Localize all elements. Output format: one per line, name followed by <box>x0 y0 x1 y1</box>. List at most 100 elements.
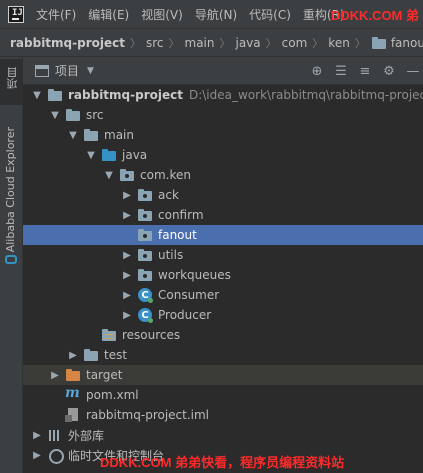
breadcrumb-project[interactable]: rabbitmq-project <box>10 36 125 50</box>
tree-item-label: src <box>86 108 104 122</box>
tree-item-resources[interactable]: resources <box>23 325 423 345</box>
tree-item-producer[interactable]: ▶ C Producer <box>23 305 423 325</box>
breadcrumb-main[interactable]: main <box>185 36 215 50</box>
tree-item-label: test <box>104 348 128 362</box>
breadcrumb-src[interactable]: src <box>146 36 164 50</box>
menu-navigate[interactable]: 导航(N) <box>195 6 237 23</box>
package-icon <box>137 187 153 203</box>
chevron-down-icon[interactable]: ▼ <box>31 90 43 101</box>
tree-item-label: Consumer <box>158 288 220 302</box>
chevron-down-icon[interactable]: ▼ <box>87 66 94 76</box>
project-tree: ▼ rabbitmq-project D:\idea_work\rabbitmq… <box>23 85 423 473</box>
chevron-down-icon[interactable]: ▼ <box>103 170 115 181</box>
chevron-right-icon: 〉 <box>354 36 366 50</box>
menu-edit[interactable]: 编辑(E) <box>88 6 129 23</box>
scratch-icon <box>47 447 64 464</box>
chevron-down-icon[interactable]: ▼ <box>85 150 97 161</box>
package-icon <box>137 267 153 283</box>
tree-item-test[interactable]: ▶ test <box>23 345 423 365</box>
tree-item-pom[interactable]: m pom.xml <box>23 385 423 405</box>
menu-view[interactable]: 视图(V) <box>141 6 183 23</box>
expand-all-icon[interactable]: ☰ <box>331 61 351 81</box>
chevron-right-icon: 〉 <box>265 36 277 50</box>
tree-item-label: fanout <box>158 228 197 242</box>
breadcrumb-com[interactable]: com <box>282 36 308 50</box>
tree-item-src[interactable]: ▼ src <box>23 105 423 125</box>
project-panel-title[interactable]: 项目 <box>55 62 79 79</box>
tree-item-label: java <box>122 148 148 162</box>
tree-item-main[interactable]: ▼ main <box>23 125 423 145</box>
tree-item-project-root[interactable]: ▼ rabbitmq-project D:\idea_work\rabbitmq… <box>23 85 423 105</box>
tree-item-utils[interactable]: ▶ utils <box>23 245 423 265</box>
tree-item-label: main <box>104 128 134 142</box>
tree-item-confirm[interactable]: ▶ confirm <box>23 205 423 225</box>
breadcrumb-ken[interactable]: ken <box>328 36 350 50</box>
gear-icon[interactable]: ⚙ <box>379 61 399 81</box>
package-icon <box>119 167 135 183</box>
project-panel-header: 项目 ▼ ⊕ ☰ ≡ ⚙ — <box>23 57 423 85</box>
chevron-right-icon[interactable]: ▶ <box>121 310 133 321</box>
project-path: D:\idea_work\rabbitmq\rabbitmq-project <box>188 88 423 102</box>
menu-file[interactable]: 文件(F) <box>36 6 76 23</box>
tree-item-com-ken[interactable]: ▼ com.ken <box>23 165 423 185</box>
tree-item-iml[interactable]: rabbitmq-project.iml <box>23 405 423 425</box>
chevron-right-icon[interactable]: ▶ <box>67 350 79 361</box>
tree-item-target[interactable]: ▶ target <box>23 365 423 385</box>
chevron-right-icon[interactable]: ▶ <box>121 190 133 201</box>
library-icon <box>47 427 63 443</box>
menu-bar: IJ 文件(F) 编辑(E) 视图(V) 导航(N) 代码(C) 重构(R) D… <box>0 0 423 28</box>
chevron-right-icon[interactable]: ▶ <box>49 370 61 381</box>
tree-item-external-libraries[interactable]: ▶ 外部库 <box>23 425 423 445</box>
chevron-right-icon: 〉 <box>129 36 141 50</box>
chevron-right-icon[interactable]: ▶ <box>121 210 133 221</box>
tree-item-label: confirm <box>158 208 204 222</box>
tree-item-label: workqueues <box>158 268 231 282</box>
tree-item-consumer[interactable]: ▶ C Consumer <box>23 285 423 305</box>
minimize-icon[interactable]: — <box>403 61 423 81</box>
folder-icon <box>83 347 99 363</box>
chevron-down-icon[interactable]: ▼ <box>67 130 79 141</box>
breadcrumb-fanout[interactable]: fanout <box>391 36 423 50</box>
tree-item-label: Producer <box>158 308 212 322</box>
java-class-icon: C <box>137 307 153 323</box>
tree-item-ack[interactable]: ▶ ack <box>23 185 423 205</box>
crosshair-locate-icon[interactable]: ⊕ <box>307 61 327 81</box>
chevron-right-icon[interactable]: ▶ <box>121 290 133 301</box>
java-class-icon: C <box>137 287 153 303</box>
breadcrumb-java[interactable]: java <box>236 36 261 50</box>
tree-item-label: target <box>86 368 123 382</box>
breadcrumb: rabbitmq-project 〉 src 〉 main 〉 java 〉 c… <box>0 28 423 57</box>
chevron-down-icon[interactable]: ▼ <box>49 110 61 121</box>
tree-item-label: utils <box>158 248 184 262</box>
tree-item-label: 外部库 <box>68 428 105 443</box>
folder-icon <box>371 35 387 51</box>
tree-item-label: ack <box>158 188 179 202</box>
folder-icon <box>65 107 81 123</box>
tree-item-java[interactable]: ▼ java <box>23 145 423 165</box>
chevron-right-icon[interactable]: ▶ <box>31 450 43 461</box>
tree-item-label: rabbitmq-project.iml <box>86 408 210 422</box>
collapse-all-icon[interactable]: ≡ <box>355 61 375 81</box>
watermark-top: DDKK.COM 弟 <box>330 8 419 23</box>
alibaba-cloud-explorer-button[interactable]: Alibaba Cloud Explorer <box>4 127 17 252</box>
left-tool-strip: 项目 Alibaba Cloud Explorer <box>0 57 23 473</box>
maven-icon: m <box>65 385 80 401</box>
tree-item-fanout[interactable]: fanout <box>23 225 423 245</box>
tree-item-label: resources <box>122 328 181 342</box>
tree-item-workqueues[interactable]: ▶ workqueues <box>23 265 423 285</box>
tree-item-label: com.ken <box>140 168 191 182</box>
tree-item-label: rabbitmq-project <box>68 88 183 102</box>
resources-folder-icon <box>101 327 117 343</box>
watermark-bottom: DDKK.COM 弟弟快看，程序员编程资料站 <box>100 455 345 470</box>
chevron-right-icon: 〉 <box>168 36 180 50</box>
chevron-right-icon: 〉 <box>219 36 231 50</box>
chevron-right-icon[interactable]: ▶ <box>31 430 43 441</box>
chevron-right-icon[interactable]: ▶ <box>121 250 133 261</box>
chevron-right-icon[interactable]: ▶ <box>121 270 133 281</box>
menu-code[interactable]: 代码(C) <box>249 6 291 23</box>
excluded-folder-icon <box>65 367 81 383</box>
project-tool-button[interactable]: 项目 <box>0 59 23 105</box>
folder-icon <box>47 87 63 103</box>
module-file-icon <box>65 407 81 423</box>
tree-item-label: pom.xml <box>86 388 139 402</box>
